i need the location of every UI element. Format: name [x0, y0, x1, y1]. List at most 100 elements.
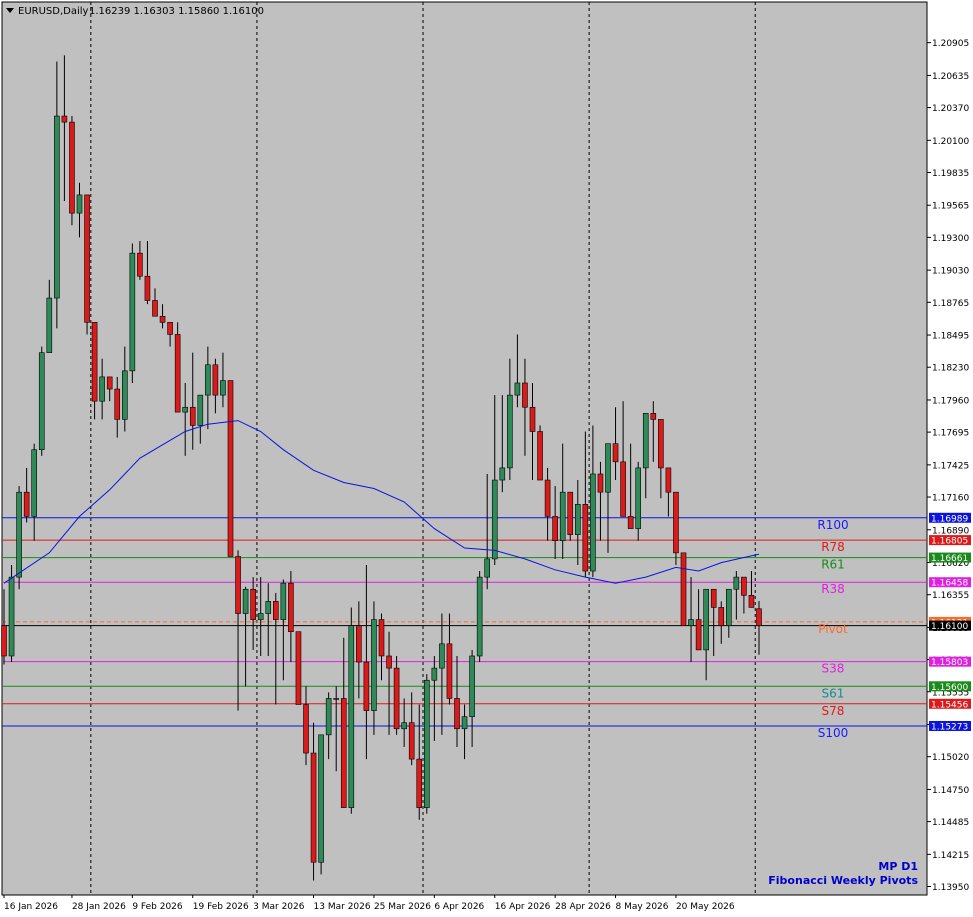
x-tick-label: 6 Apr 2026	[434, 902, 484, 912]
candle-body	[484, 558, 491, 578]
candle-body	[635, 467, 642, 529]
price-box-label: 1.16989	[931, 514, 968, 524]
y-tick-label: 1.14750	[932, 786, 969, 796]
candle-body	[680, 552, 687, 626]
candle-body	[431, 667, 438, 681]
candle-body	[76, 194, 83, 214]
pivot-label-r100: R100	[817, 518, 848, 532]
chart-header: EURUSD,Daily 1.16239 1.16303 1.15860 1.1…	[6, 6, 264, 17]
candle-body	[303, 704, 309, 754]
candle-body	[348, 625, 355, 808]
y-tick-label: 1.16890	[932, 526, 969, 536]
candle-body	[46, 297, 53, 353]
candle-body	[114, 388, 121, 420]
y-tick-label: 1.20905	[932, 39, 969, 49]
candle-body	[658, 419, 664, 469]
candle-body	[137, 252, 143, 277]
candle-body	[31, 449, 38, 517]
x-tick-label: 20 May 2026	[676, 902, 735, 912]
pivot-label-s61: S61	[822, 686, 845, 700]
y-tick-label: 1.19835	[932, 169, 969, 179]
candle-body	[567, 491, 574, 535]
candle-body	[61, 115, 68, 123]
candle-body	[174, 334, 181, 413]
y-tick-label: 1.20370	[932, 104, 969, 114]
ohlc-readout: 1.16239 1.16303 1.15860 1.16100	[89, 6, 264, 17]
price-box-label: 1.16458	[931, 579, 968, 589]
candle-body	[16, 491, 22, 578]
candle-body	[710, 588, 717, 608]
candle-body	[522, 382, 528, 408]
candle-body	[574, 504, 581, 535]
brand-line2: Fibonacci Weekly Pivots	[768, 874, 918, 887]
x-tick-label: 9 Feb 2026	[132, 902, 183, 912]
candle-body	[288, 582, 294, 633]
y-tick-label: 1.17960	[932, 396, 969, 406]
candle-body	[205, 364, 211, 396]
y-tick-label: 1.14485	[932, 818, 969, 828]
candle-body	[295, 631, 302, 705]
candle-body	[439, 643, 445, 669]
y-tick-label: 1.19300	[932, 234, 969, 244]
candle-body	[590, 473, 596, 572]
candle-body	[152, 300, 158, 317]
candle-body	[741, 576, 747, 596]
y-tick-label: 1.18495	[932, 332, 969, 342]
candle-body	[582, 504, 589, 572]
candle-body	[499, 467, 506, 481]
x-tick-label: 3 Mar 2026	[253, 902, 305, 912]
candle-body	[725, 588, 732, 626]
plot-area	[1, 1, 928, 896]
candle-body	[491, 479, 498, 560]
pivot-label-s100: S100	[818, 726, 849, 740]
y-tick-label: 1.17160	[932, 494, 969, 504]
price-box-label: 1.15600	[931, 683, 968, 693]
candle-body	[627, 516, 634, 529]
candle-body	[1, 625, 7, 657]
candle-body	[235, 556, 241, 614]
candle-body	[733, 576, 740, 590]
candle-body	[38, 352, 45, 451]
candle-body	[386, 655, 392, 669]
candle-body	[182, 406, 188, 413]
y-tick-label: 1.17425	[932, 461, 969, 471]
y-tick-label: 1.17695	[932, 429, 969, 439]
x-tick-label: 13 Mar 2026	[314, 902, 371, 912]
y-tick-label: 1.18230	[932, 364, 969, 374]
x-tick-label: 16 Jan 2026	[4, 902, 58, 912]
price-chart[interactable]: R100 R78 R61 R38 Pivot S38 S61 S78 S100 1.20905 1…	[0, 0, 973, 917]
candle-body	[257, 613, 264, 620]
candle-body	[544, 479, 551, 517]
candle-body	[537, 431, 543, 481]
candle-body	[197, 394, 204, 426]
candle-body	[371, 619, 377, 711]
y-tick-label: 1.18765	[932, 299, 969, 309]
candle-body	[673, 491, 679, 554]
candle-body	[642, 413, 649, 469]
candle-body	[597, 473, 604, 493]
pivot-label-s38: S38	[822, 662, 845, 676]
candle-body	[612, 443, 619, 463]
y-tick-label: 1.20635	[932, 72, 969, 82]
price-box-label: 1.15803	[931, 658, 968, 668]
candle-body	[416, 758, 423, 808]
candle-body	[122, 370, 128, 420]
price-box-label: 1.16805	[931, 537, 968, 547]
candle-body	[461, 716, 468, 730]
candle-body	[250, 588, 256, 620]
chart-root: R100 R78 R61 R38 Pivot S38 S61 S78 S100 1.20905 1…	[0, 0, 973, 917]
symbol-label: EURUSD,Daily	[18, 6, 89, 17]
price-box-label: 1.16100	[931, 622, 968, 632]
candle-body	[54, 115, 60, 299]
candle-body	[220, 380, 226, 396]
price-box-label: 1.16661	[931, 554, 968, 564]
candle-body	[514, 382, 521, 396]
y-tick-label: 1.16355	[932, 591, 969, 601]
candle-body	[242, 588, 249, 614]
candle-body	[189, 406, 196, 426]
candle-body	[106, 376, 113, 390]
candle-body	[167, 322, 173, 335]
candle-body	[310, 752, 317, 863]
candle-body	[69, 121, 75, 214]
candle-body	[91, 322, 98, 402]
